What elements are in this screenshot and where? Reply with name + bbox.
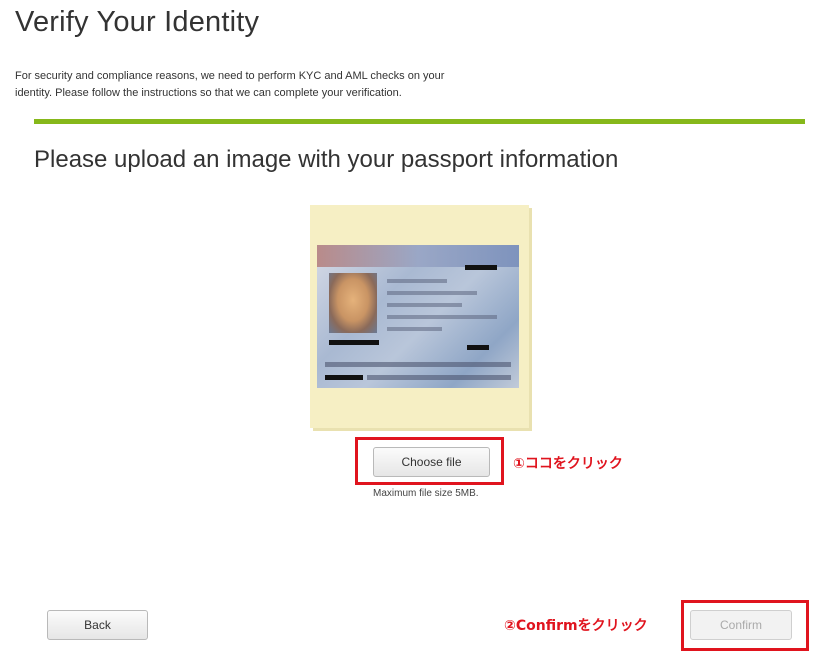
passport-text-line [387, 327, 442, 331]
passport-text-line [387, 279, 447, 283]
file-size-hint: Maximum file size 5MB. [373, 488, 479, 499]
passport-sample-image [317, 245, 519, 388]
choose-file-button[interactable]: Choose file [373, 447, 490, 477]
annotation-step2: ②Confirmをクリック [504, 618, 648, 634]
confirm-button[interactable]: Confirm [690, 610, 792, 640]
progress-bar [34, 119, 805, 124]
intro-text: For security and compliance reasons, we … [15, 70, 445, 99]
passport-photo [329, 273, 377, 333]
back-button[interactable]: Back [47, 610, 148, 640]
passport-preview-frame [310, 205, 529, 428]
page-title: Verify Your Identity [15, 6, 260, 38]
annotation-step1: ①ココをクリック [513, 456, 623, 472]
passport-text-line [387, 303, 462, 307]
redaction-bar [329, 340, 379, 345]
redaction-bar [325, 375, 363, 380]
passport-mrz-line [325, 362, 511, 367]
passport-text-line [387, 291, 477, 295]
passport-text-line [387, 315, 497, 319]
passport-mrz-line [367, 375, 511, 380]
redaction-bar [467, 345, 489, 350]
redaction-bar [465, 265, 497, 270]
passport-header-stripe [317, 245, 519, 267]
step-title: Please upload an image with your passpor… [34, 146, 619, 173]
